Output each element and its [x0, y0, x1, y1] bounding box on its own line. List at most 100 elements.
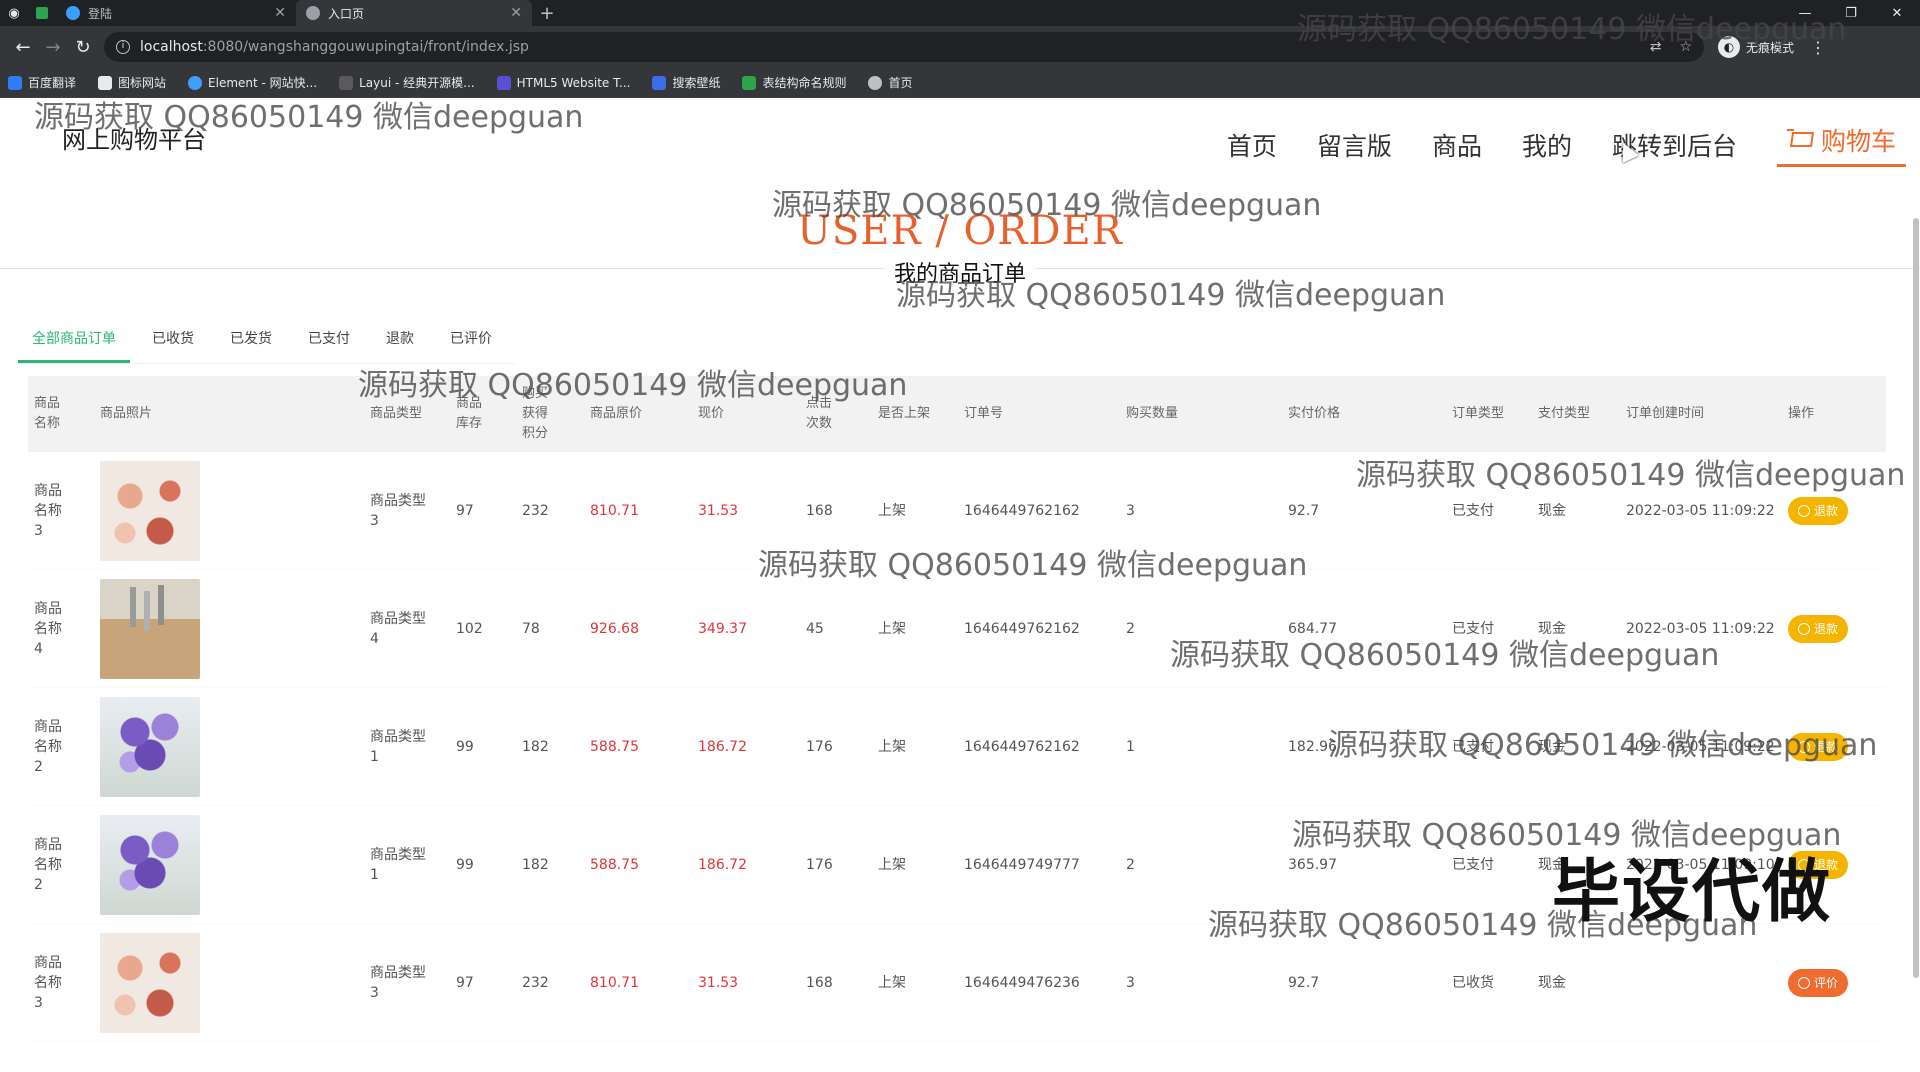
- cell-points: 78: [522, 620, 540, 637]
- header-cell: 购买数量: [1126, 406, 1179, 421]
- cell-stock: 97: [456, 974, 474, 991]
- cell-price: 31.53: [698, 502, 739, 519]
- url-path: :8080/wangshanggouwupingtai/front/index.…: [202, 39, 529, 55]
- cell-action: 退款: [1782, 732, 1882, 761]
- cell-clicks: 176: [806, 856, 833, 873]
- nav-home[interactable]: 首页: [1227, 127, 1277, 163]
- header-cell: 购买获得积分: [522, 386, 549, 441]
- tab-login[interactable]: 登陆 ✕: [56, 0, 296, 26]
- cell-pay-type: 现金: [1538, 974, 1566, 991]
- cell-original-price: 588.75: [590, 738, 639, 755]
- cell-type: 商品类型3: [370, 964, 426, 1001]
- cell-order-type: 已支付: [1452, 620, 1494, 637]
- bookmark-item[interactable]: HTML5 Website T...: [496, 75, 630, 90]
- incognito-indicator[interactable]: ◐ 无痕模式: [1718, 36, 1794, 58]
- tab-entry[interactable]: 入口页 ✕: [296, 0, 532, 26]
- watermark-stamp: 毕设代做: [1552, 853, 1833, 932]
- header-cell: 操作: [1788, 406, 1815, 421]
- tab-favicon-icon: [66, 6, 80, 20]
- site-brand[interactable]: 网上购物平台: [62, 120, 206, 155]
- translate-icon[interactable]: ⇄: [1650, 39, 1662, 55]
- cell-name: 商品名称2: [34, 836, 62, 893]
- nav-cart[interactable]: 购物车: [1776, 122, 1906, 167]
- refund-button[interactable]: 退款: [1788, 496, 1849, 525]
- review-button[interactable]: 评价: [1788, 968, 1849, 997]
- bookmark-item[interactable]: 搜索壁纸: [652, 74, 720, 91]
- header-cell: 实付价格: [1288, 406, 1341, 421]
- nav-goods[interactable]: 商品: [1432, 127, 1482, 163]
- cell-created: 2022-03-05 11:09:22: [1626, 620, 1775, 637]
- back-icon[interactable]: ←: [8, 37, 38, 58]
- pinned-tab-icon[interactable]: [28, 0, 56, 26]
- refund-button[interactable]: 退款: [1788, 732, 1849, 761]
- incognito-icon: ◐: [1718, 36, 1740, 58]
- cell-points: 232: [522, 974, 549, 991]
- cell-stock: 99: [456, 856, 474, 873]
- bookmark-item[interactable]: 表结构命名规则: [742, 74, 846, 91]
- cell-name: 商品名称2: [34, 718, 62, 775]
- cell-photo: [94, 578, 364, 679]
- bookmark-item[interactable]: Element - 网站快...: [188, 74, 317, 91]
- url-input[interactable]: i localhost:8080/wangshanggouwupingtai/f…: [104, 32, 1704, 62]
- bookmark-item[interactable]: 图标网站: [98, 74, 166, 91]
- close-window-icon[interactable]: ✕: [1874, 6, 1920, 21]
- cosmetics-photo[interactable]: [100, 460, 200, 561]
- header-cell: 是否上架: [878, 406, 931, 421]
- close-icon[interactable]: ✕: [510, 5, 522, 21]
- browser-chrome: ◉ 登陆 ✕ 入口页 ✕ + — ❐ ✕ ← → ↻ i localhost:8…: [0, 0, 1920, 98]
- flowers-photo[interactable]: [100, 814, 200, 915]
- info-icon[interactable]: i: [116, 40, 130, 54]
- cosmetics-photo[interactable]: [100, 932, 200, 1033]
- tab-refund[interactable]: 退款: [372, 324, 428, 363]
- knife-set-photo[interactable]: [100, 578, 200, 679]
- cell-stock: 97: [456, 502, 474, 519]
- bookmark-star-icon[interactable]: ☆: [1679, 39, 1692, 55]
- tab-reviewed[interactable]: 已评价: [436, 324, 506, 363]
- scrollbar-thumb[interactable]: [1913, 218, 1919, 978]
- reload-icon[interactable]: ↻: [68, 37, 98, 58]
- forward-icon[interactable]: →: [38, 37, 68, 58]
- table-row: 商品名称3 商品类型3 97 232 810.71 31.53 168 上架 1…: [28, 924, 1886, 1042]
- cell-paid: 684.77: [1288, 620, 1337, 637]
- more-menu-icon[interactable]: ⋮: [1810, 38, 1826, 57]
- page-subtitle: 我的商品订单: [0, 256, 1920, 288]
- review-icon: [1798, 976, 1810, 989]
- cell-on-sale: 上架: [878, 620, 906, 637]
- table-row: 商品名称4 商品类型4 102 78 926.68 349.37 45 上架 1…: [28, 570, 1886, 688]
- cell-original-price: 926.68: [590, 620, 639, 637]
- cell-points: 182: [522, 856, 549, 873]
- cell-qty: 3: [1126, 502, 1135, 519]
- cart-icon: [1786, 129, 1813, 151]
- cell-clicks: 168: [806, 974, 833, 991]
- page-scrollbar[interactable]: [1912, 98, 1920, 978]
- minimize-icon[interactable]: —: [1782, 6, 1828, 21]
- close-icon[interactable]: ✕: [274, 5, 286, 21]
- bookmark-item[interactable]: 百度翻译: [8, 74, 76, 91]
- flowers-photo[interactable]: [100, 696, 200, 797]
- table-header: 商品名称 商品照片 商品类型 商品库存 购买获得积分 商品原价 现价 点击次数 …: [28, 376, 1886, 452]
- refund-icon: [1798, 622, 1810, 635]
- tab-all-orders[interactable]: 全部商品订单: [18, 324, 130, 363]
- nav-guestbook[interactable]: 留言版: [1317, 127, 1392, 163]
- tab-shipped[interactable]: 已发货: [216, 324, 286, 363]
- nav-mine[interactable]: 我的: [1522, 127, 1572, 163]
- incognito-label: 无痕模式: [1746, 40, 1795, 55]
- bookmark-item[interactable]: Layui - 经典开源模...: [339, 74, 475, 91]
- refund-button[interactable]: 退款: [1788, 614, 1849, 643]
- new-tab-icon[interactable]: +: [532, 3, 562, 24]
- cell-order-no: 1646449749777: [964, 856, 1080, 873]
- address-bar: ← → ↻ i localhost:8080/wangshanggouwupin…: [0, 26, 1920, 68]
- cell-order-no: 1646449762162: [964, 502, 1080, 519]
- tab-paid[interactable]: 已支付: [294, 324, 364, 363]
- tab-received[interactable]: 已收货: [138, 324, 208, 363]
- header-cell: 商品库存: [456, 396, 483, 431]
- chrome-menu-icon[interactable]: ◉: [0, 0, 28, 26]
- tab-label: 登陆: [88, 6, 113, 21]
- header-cell: 商品名称: [34, 396, 61, 431]
- cell-qty: 2: [1126, 620, 1135, 637]
- restore-icon[interactable]: ❐: [1828, 6, 1874, 21]
- page-title: USER / ORDER: [797, 208, 1123, 254]
- bookmark-item[interactable]: 首页: [868, 74, 913, 91]
- cell-name: 商品名称3: [34, 954, 62, 1011]
- cell-on-sale: 上架: [878, 856, 906, 873]
